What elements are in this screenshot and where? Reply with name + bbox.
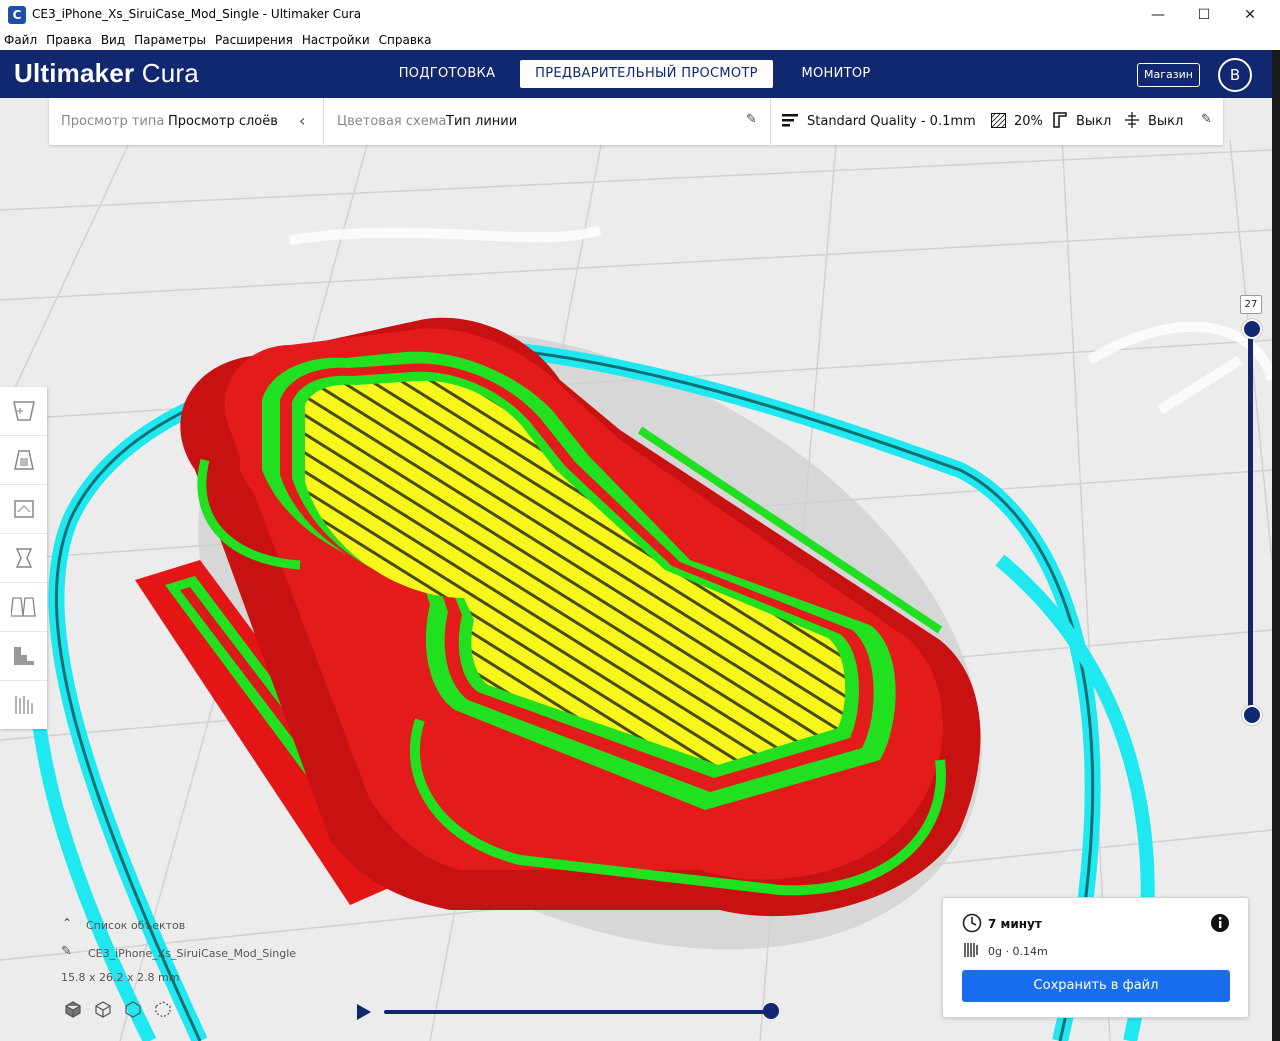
menu-file[interactable]: Файл	[0, 30, 42, 47]
x-ray-view-button[interactable]	[0, 632, 47, 681]
view-left-icon	[15, 548, 33, 568]
info-icon[interactable]	[1210, 913, 1230, 933]
adhesion-value[interactable]: Выкл	[1148, 114, 1183, 129]
filament-spool-icon	[964, 943, 978, 957]
layer-view-button[interactable]	[0, 681, 47, 729]
app-header: Ultimaker Cura ПОДГОТОВКА ПРЕДВАРИТЕЛЬНЫ…	[0, 50, 1272, 98]
menu-preferences[interactable]: Настройки	[298, 30, 375, 47]
shaded-view-icon[interactable]	[95, 1001, 111, 1018]
ultimaker-cura-logo: Ultimaker Cura	[14, 58, 199, 89]
tab-monitor[interactable]: МОНИТОР	[792, 60, 880, 88]
pencil-icon[interactable]: ✎	[746, 112, 757, 127]
view-3d-button[interactable]	[0, 387, 47, 436]
outline-view-icon[interactable]	[125, 1001, 141, 1018]
window-edge	[1272, 50, 1280, 1041]
window-title: CE3_iPhone_Xs_SiruiCase_Mod_Single - Ult…	[32, 7, 362, 21]
object-name[interactable]: CE3_iPhone_Xs_SiruiCase_Mod_Single	[88, 947, 296, 960]
preview-toolbar: Просмотр типа Просмотр слоёв ‹ Цветовая …	[49, 98, 1223, 145]
logo-brand: Ultimaker	[14, 58, 135, 88]
solid-view-icon[interactable]	[65, 1001, 81, 1018]
infill-icon	[991, 113, 1006, 128]
view-right-button[interactable]	[0, 583, 47, 632]
window-title-bar: C CE3_iPhone_Xs_SiruiCase_Mod_Single - U…	[0, 0, 1280, 31]
menu-extensions[interactable]: Расширения	[211, 30, 298, 47]
toolbar-divider	[770, 98, 771, 145]
layer-slider-upper-handle[interactable]	[1242, 319, 1262, 339]
color-scheme-label: Цветовая схема	[337, 114, 447, 129]
marketplace-button[interactable]: Магазин	[1137, 63, 1200, 87]
support-value[interactable]: Выкл	[1076, 114, 1111, 129]
chevron-left-icon[interactable]: ‹	[299, 111, 305, 130]
menu-settings[interactable]: Параметры	[130, 30, 211, 47]
pencil-icon[interactable]: ✎	[1201, 112, 1212, 127]
object-list-panel: ⌃ Список объектов ✎ CE3_iPhone_Xs_SiruiC…	[60, 914, 360, 1024]
view-top-icon	[14, 500, 34, 518]
print-info-panel: 7 минут 0g · 0.14m Сохранить в файл	[942, 897, 1249, 1018]
print-time: 7 минут	[988, 917, 1042, 931]
account-avatar[interactable]: B	[1218, 58, 1252, 92]
minimize-button[interactable]: —	[1135, 0, 1181, 30]
menu-bar: Файл Правка Вид Параметры Расширения Настройк…	[0, 30, 1280, 50]
toolbar-divider	[323, 98, 324, 145]
logo-product: Cura	[141, 58, 199, 88]
layer-slider[interactable]: 27	[1238, 295, 1264, 725]
menu-edit[interactable]: Правка	[42, 30, 97, 47]
view-3d-icon	[13, 401, 35, 421]
view-right-icon	[11, 597, 36, 617]
clock-icon	[962, 913, 982, 933]
close-button[interactable]: ✕	[1227, 0, 1273, 30]
infill-value[interactable]: 20%	[1014, 114, 1043, 129]
layer-stairs-icon	[14, 647, 34, 665]
tab-preview[interactable]: ПРЕДВАРИТЕЛЬНЫЙ ПРОСМОТР	[520, 60, 773, 88]
support-icon	[1053, 112, 1067, 128]
layer-number-field[interactable]: 27	[1240, 295, 1262, 314]
save-to-file-button[interactable]: Сохранить в файл	[962, 970, 1230, 1002]
view-front-button[interactable]	[0, 436, 47, 485]
profile-icon	[782, 114, 798, 127]
object-dimensions: 15.8 x 26.2 x 2.8 mm	[61, 971, 180, 984]
view-type-dropdown[interactable]: Просмотр слоёв	[168, 114, 278, 129]
hidden-view-icon[interactable]	[155, 1001, 171, 1018]
object-list-toggle[interactable]: Список объектов	[86, 919, 185, 932]
visibility-icons	[65, 1001, 171, 1018]
view-front-icon	[14, 450, 34, 470]
layer-slider-track[interactable]	[1248, 325, 1253, 717]
adhesion-icon	[1125, 112, 1139, 128]
chevron-up-icon[interactable]: ⌃	[62, 916, 72, 930]
camera-view-toolbar	[0, 387, 47, 729]
view-top-button[interactable]	[0, 485, 47, 534]
play-icon[interactable]	[356, 1003, 372, 1021]
menu-help[interactable]: Справка	[375, 30, 437, 47]
layer-slider-lower-handle[interactable]	[1242, 705, 1262, 725]
material-usage: 0g · 0.14m	[988, 945, 1048, 958]
path-slider-handle[interactable]	[763, 1003, 779, 1019]
layers-icon	[15, 696, 33, 714]
tab-prepare[interactable]: ПОДГОТОВКА	[394, 60, 500, 88]
view-left-button[interactable]	[0, 534, 47, 583]
maximize-button[interactable]: ☐	[1181, 0, 1227, 30]
view-type-label: Просмотр типа	[61, 114, 165, 129]
print-profile-selector[interactable]: Standard Quality - 0.1mm	[807, 114, 976, 129]
pencil-icon[interactable]: ✎	[61, 944, 72, 959]
cura-app-icon: C	[8, 6, 26, 24]
color-scheme-dropdown[interactable]: Тип линии	[446, 114, 517, 129]
menu-view[interactable]: Вид	[97, 30, 130, 47]
path-slider-track[interactable]	[384, 1010, 772, 1014]
